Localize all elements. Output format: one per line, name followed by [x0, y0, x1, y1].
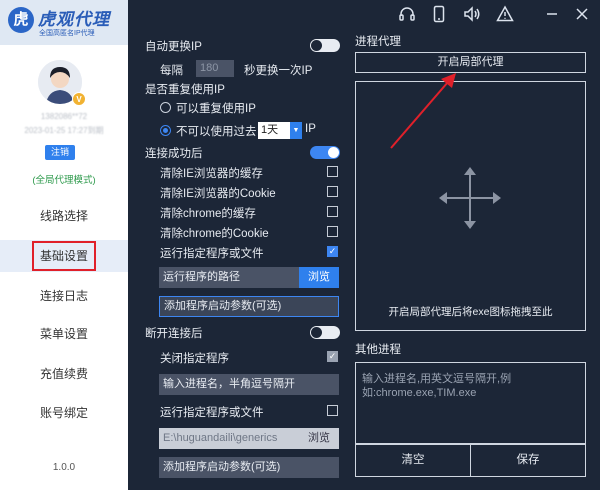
- nav-item-basic-settings[interactable]: 基础设置: [0, 240, 128, 272]
- after-disconnect-toggle[interactable]: [310, 326, 340, 339]
- clear-chrome-cookie-checkbox[interactable]: [327, 226, 338, 237]
- reuse-question: 是否重复使用IP: [145, 84, 225, 96]
- clear-ie-cache-label: 清除IE浏览器的缓存: [160, 168, 263, 180]
- user-id: 1382086**72: [40, 112, 88, 121]
- nav-item-route[interactable]: 线路选择: [0, 200, 128, 232]
- vip-badge: V: [72, 92, 86, 106]
- ip-suffix: IP: [305, 123, 316, 135]
- after-connect-toggle[interactable]: [310, 146, 340, 159]
- program-path2-input[interactable]: E:\huguandaili\generics: [159, 428, 299, 449]
- reuse-no-radio[interactable]: [160, 125, 171, 136]
- move-icon: [437, 165, 503, 231]
- clear-chrome-cookie-label: 清除chrome的Cookie: [160, 228, 269, 240]
- clear-chrome-cache-checkbox[interactable]: [327, 206, 338, 217]
- browse2-button[interactable]: 浏览: [299, 428, 339, 449]
- headset-icon[interactable]: [398, 5, 416, 23]
- nav-item-account-binding[interactable]: 账号绑定: [0, 397, 128, 429]
- mobile-icon[interactable]: [430, 5, 448, 23]
- run-program2-label: 运行指定程序或文件: [160, 407, 264, 419]
- tiger-logo-icon: 虎: [8, 7, 34, 33]
- every-label: 每隔: [160, 65, 183, 77]
- auto-switch-toggle[interactable]: [310, 39, 340, 52]
- auto-switch-label: 自动更换IP: [145, 41, 202, 53]
- close-icon[interactable]: [573, 5, 591, 23]
- reuse-yes-label: 可以重复使用IP: [176, 103, 256, 115]
- run-program-checkbox[interactable]: ✓: [327, 246, 338, 257]
- interval-input[interactable]: 180: [196, 60, 234, 77]
- clear-ie-cache-checkbox[interactable]: [327, 166, 338, 177]
- close-program-checkbox[interactable]: ✓: [327, 351, 338, 362]
- clear-chrome-cache-label: 清除chrome的缓存: [160, 208, 256, 220]
- browse-button[interactable]: 浏览: [299, 267, 339, 288]
- warning-icon[interactable]: [496, 5, 514, 23]
- enable-local-proxy-button[interactable]: 开启局部代理: [355, 52, 586, 73]
- nav-item-menu-settings[interactable]: 菜单设置: [0, 318, 128, 350]
- clear-ie-cookie-checkbox[interactable]: [327, 186, 338, 197]
- version: 1.0.0: [52, 462, 76, 473]
- clear-ie-cookie-label: 清除IE浏览器的Cookie: [160, 188, 276, 200]
- drop-caption: 开启局部代理后将exe图标拖拽至此: [388, 306, 553, 318]
- brand-logo: 虎 虎观代理 全国高匿名IP代理: [0, 0, 128, 45]
- nav-item-connection-log[interactable]: 连接日志: [0, 280, 128, 312]
- exe-drop-zone[interactable]: 开启局部代理后将exe图标拖拽至此: [355, 81, 586, 331]
- process-proxy-title: 进程代理: [355, 36, 401, 48]
- process-name-input[interactable]: 输入进程名，半角逗号隔开: [159, 374, 339, 395]
- proxy-mode: (全局代理模式): [32, 175, 96, 186]
- days-select[interactable]: 1天 ▼: [258, 122, 302, 139]
- brand-subtitle: 全国高匿名IP代理: [39, 30, 95, 37]
- close-program-label: 关闭指定程序: [160, 353, 229, 365]
- minimize-icon[interactable]: [543, 5, 561, 23]
- program-path-input[interactable]: 运行程序的路径: [159, 267, 299, 288]
- after-connect-label: 连接成功后: [145, 148, 203, 160]
- run-program2-checkbox[interactable]: [327, 405, 338, 416]
- reuse-yes-radio[interactable]: [160, 102, 171, 113]
- interval-suffix: 秒更换一次IP: [244, 65, 313, 77]
- program-args-input[interactable]: 添加程序启动参数(可选): [159, 296, 339, 317]
- other-process-placeholder: 输入进程名,用英文逗号隔开,例如:chrome.exe,TIM.exe: [362, 373, 512, 399]
- brand-title: 虎观代理: [38, 10, 110, 29]
- nav-item-recharge[interactable]: 充值续费: [0, 358, 128, 390]
- user-expiry: 2023-01-25 17:27到期: [24, 126, 104, 135]
- chevron-down-icon: ▼: [290, 122, 302, 139]
- logout-button[interactable]: 注销: [45, 145, 75, 160]
- other-process-title: 其他进程: [355, 344, 401, 356]
- sidebar: 虎 虎观代理 全国高匿名IP代理 V 1382086**72 2023-01-2…: [0, 0, 128, 490]
- after-disconnect-label: 断开连接后: [145, 328, 203, 340]
- speaker-icon[interactable]: [463, 5, 481, 23]
- save-button[interactable]: 保存: [470, 444, 586, 477]
- reuse-no-label: 不可以使用过去: [176, 126, 257, 138]
- clear-button[interactable]: 清空: [355, 444, 471, 477]
- other-process-textarea[interactable]: 输入进程名,用英文逗号隔开,例如:chrome.exe,TIM.exe: [355, 362, 586, 444]
- program-args2-input[interactable]: 添加程序启动参数(可选): [159, 457, 339, 478]
- run-program-label: 运行指定程序或文件: [160, 248, 264, 260]
